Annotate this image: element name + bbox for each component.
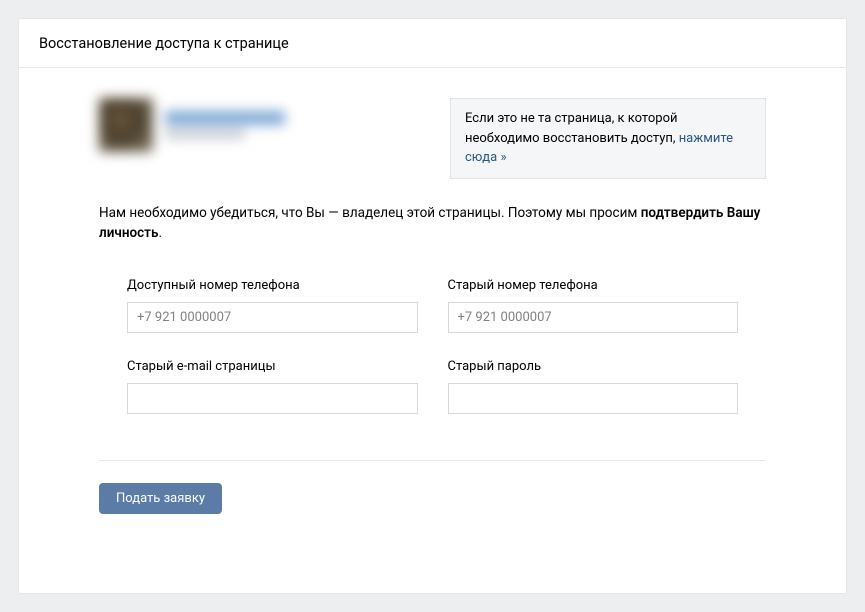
profile-row: Если это не та страница, к которой необх… [99,98,766,179]
identity-description: Нам необходимо убедиться, что Вы — владе… [99,203,766,245]
form-col-right: Старый номер телефона Старый пароль [448,278,739,440]
notice-text: Если это не та страница, к которой необх… [465,111,679,146]
profile-name-placeholder [165,111,285,139]
old-email-label: Старый e-mail страницы [127,359,418,374]
page-title: Восстановление доступа к странице [39,35,826,52]
submit-button[interactable]: Подать заявку [99,483,222,514]
avatar [99,98,153,152]
old-phone-group: Старый номер телефона [448,278,739,333]
panel-header: Восстановление доступа к странице [19,19,846,68]
available-phone-label: Доступный номер телефона [127,278,418,293]
old-password-input[interactable] [448,383,739,414]
form-grid: Доступный номер телефона Старый e-mail с… [99,278,766,440]
old-phone-input[interactable] [448,302,739,333]
old-password-label: Старый пароль [448,359,739,374]
available-phone-input[interactable] [127,302,418,333]
available-phone-group: Доступный номер телефона [127,278,418,333]
old-phone-label: Старый номер телефона [448,278,739,293]
profile-preview [99,98,285,152]
panel-body: Если это не та страница, к которой необх… [19,68,846,534]
old-password-group: Старый пароль [448,359,739,414]
old-email-input[interactable] [127,383,418,414]
wrong-page-notice: Если это не та страница, к которой необх… [450,98,766,179]
old-email-group: Старый e-mail страницы [127,359,418,414]
restore-access-panel: Восстановление доступа к странице Если э… [18,18,847,594]
divider [99,460,766,461]
form-col-left: Доступный номер телефона Старый e-mail с… [127,278,418,440]
